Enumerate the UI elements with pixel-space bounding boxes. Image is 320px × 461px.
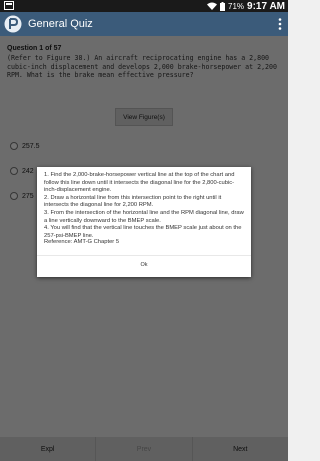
battery-icon (220, 1, 225, 11)
explanation-dialog: 1. Find the 2,000-brake-horsepower verti… (37, 167, 251, 277)
question-counter: Question 1 of 57 (7, 45, 62, 52)
answer-option-2[interactable]: 242 (10, 167, 34, 175)
battery-percent: 71% (228, 1, 245, 11)
ok-button[interactable]: Ok (37, 255, 251, 273)
explanation-step-2: 2. Draw a horizontal line from this inte… (44, 194, 222, 209)
radio-button[interactable] (10, 142, 18, 150)
clock: 9:17 AM (247, 0, 285, 12)
bottom-nav-bar: Expl Prev Next (0, 437, 288, 461)
app-logo-icon (4, 15, 22, 33)
reference-text: Reference: AMT-G Chapter 5 (44, 239, 120, 245)
notification-icon (4, 1, 14, 10)
next-button[interactable]: Next (192, 437, 288, 461)
answer-option-3[interactable]: 275 (10, 192, 34, 200)
explanation-text: 1. Find the 2,000-brake-horsepower verti… (44, 172, 246, 240)
question-text: (Refer to Figure 38.) An aircraft recipr… (7, 54, 277, 80)
answer-option-label: 257.5 (22, 142, 40, 150)
answer-option-label: 242 (22, 167, 34, 175)
answer-option-label: 275 (22, 192, 34, 200)
answer-option-1[interactable]: 257.5 (10, 142, 40, 150)
app-bar: General Quiz (0, 12, 288, 36)
prev-button[interactable]: Prev (96, 437, 193, 461)
explanation-button[interactable]: Expl (0, 437, 97, 461)
status-icons: 71% 9:17 AM (207, 0, 285, 12)
overflow-menu-icon[interactable] (278, 18, 282, 30)
radio-button[interactable] (10, 192, 18, 200)
wifi-icon (207, 2, 217, 10)
explanation-step-1: 1. Find the 2,000-brake-horsepower verti… (44, 172, 235, 194)
explanation-step-3: 3. From the intersection of the horizont… (44, 209, 244, 224)
view-figure-button[interactable]: View Figure(s) (115, 108, 173, 126)
status-bar: 71% 9:17 AM (0, 0, 288, 12)
app-title: General Quiz (28, 18, 93, 30)
radio-button[interactable] (10, 167, 18, 175)
